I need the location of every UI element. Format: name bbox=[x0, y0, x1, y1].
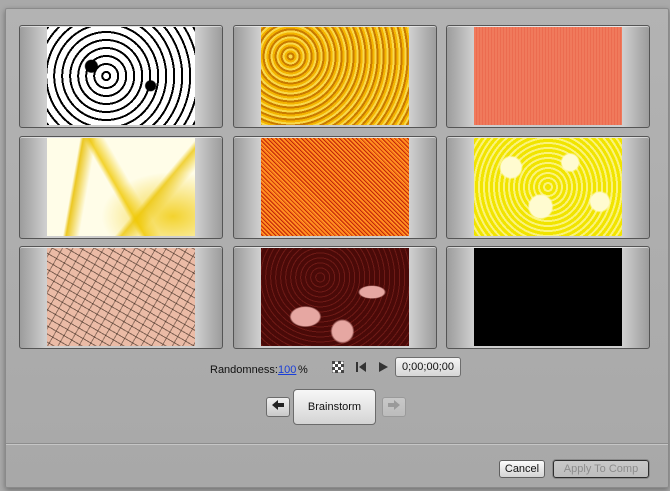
brainstorm-button[interactable]: Brainstorm bbox=[293, 389, 376, 425]
brainstorm-dialog: Randomness: 100 % 0;00;00;00 Brainstorm … bbox=[5, 8, 669, 488]
thumbnail-3[interactable] bbox=[474, 27, 622, 125]
thumbnail-cell-3[interactable] bbox=[446, 25, 650, 128]
back-button[interactable] bbox=[266, 397, 290, 417]
thumbnail-6[interactable] bbox=[474, 138, 622, 236]
randomness-label: Randomness: bbox=[210, 364, 278, 376]
randomness-unit: % bbox=[298, 364, 308, 376]
thumbnail-cell-4[interactable] bbox=[19, 136, 223, 239]
thumbnail-9[interactable] bbox=[474, 248, 622, 346]
footer-divider bbox=[6, 443, 668, 445]
thumbnail-2[interactable] bbox=[261, 27, 409, 125]
thumbnail-cell-6[interactable] bbox=[446, 136, 650, 239]
thumbnail-cell-7[interactable] bbox=[19, 246, 223, 349]
forward-button[interactable] bbox=[382, 397, 406, 417]
play-icon[interactable] bbox=[376, 361, 390, 375]
thumbnail-grid bbox=[19, 25, 650, 349]
cancel-button[interactable]: Cancel bbox=[499, 460, 545, 478]
thumbnail-8[interactable] bbox=[261, 248, 409, 346]
back-arrow-icon bbox=[272, 400, 284, 413]
thumbnail-cell-8[interactable] bbox=[233, 246, 437, 349]
thumbnail-4[interactable] bbox=[47, 138, 195, 236]
randomness-value[interactable]: 100 bbox=[278, 364, 296, 376]
thumbnail-cell-9[interactable] bbox=[446, 246, 650, 349]
thumbnail-cell-5[interactable] bbox=[233, 136, 437, 239]
thumbnail-7[interactable] bbox=[47, 248, 195, 346]
apply-to-comp-button[interactable]: Apply To Comp bbox=[553, 460, 649, 478]
thumbnail-5[interactable] bbox=[261, 138, 409, 236]
timecode-display[interactable]: 0;00;00;00 bbox=[395, 357, 461, 377]
skip-to-start-icon[interactable] bbox=[354, 361, 368, 375]
checkerboard-icon[interactable] bbox=[331, 360, 345, 375]
forward-arrow-icon bbox=[388, 400, 400, 413]
thumbnail-cell-1[interactable] bbox=[19, 25, 223, 128]
thumbnail-cell-2[interactable] bbox=[233, 25, 437, 128]
thumbnail-1[interactable] bbox=[47, 27, 195, 125]
